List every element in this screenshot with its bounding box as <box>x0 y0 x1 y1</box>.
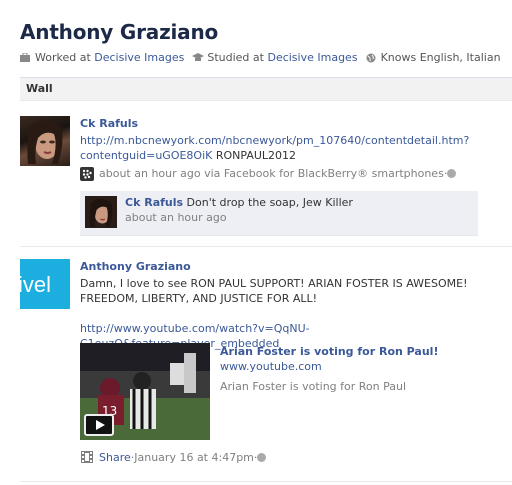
attachment-description: Arian Foster is voting for Ron Paul <box>220 380 407 393</box>
wall-post: ivel Anthony Graziano Damn, I love to se… <box>20 259 512 474</box>
post-author[interactable]: Ck Rafuls <box>80 117 138 130</box>
post-time[interactable]: January 16 at 4:47pm <box>134 451 254 464</box>
attachment-title[interactable]: Arian Foster is voting for Ron Paul! <box>220 345 438 358</box>
wall-header: Wall <box>20 77 512 101</box>
share-link[interactable]: Share <box>99 451 131 464</box>
post-link-cont[interactable]: contentguid=uGOE8OiK <box>80 149 212 162</box>
film-icon <box>80 450 94 464</box>
comment-text: Don't drop the soap, Jew Killer <box>186 196 353 209</box>
post-link[interactable]: http://m.nbcnewyork.com/nbcnewyork/pm_10… <box>80 134 469 147</box>
profile-info-line: Worked at Decisive Images Studied at Dec… <box>20 51 501 64</box>
post-divider <box>20 246 512 247</box>
avatar-logo-text: ivel <box>20 272 52 297</box>
worked-prefix: Worked at <box>35 51 91 64</box>
wall-title: Wall <box>26 82 53 95</box>
wall-post: Ck Rafuls http://m.nbcnewyork.com/nbcnew… <box>20 116 512 236</box>
post-meta: about an hour ago via Facebook for Black… <box>99 167 444 180</box>
profile-name: Anthony Graziano <box>20 20 219 44</box>
briefcase-icon <box>20 52 30 62</box>
post-text-line: Damn, I love to see RON PAUL SUPPORT! AR… <box>80 277 468 290</box>
post-divider <box>20 481 512 482</box>
post-text: RONPAUL2012 <box>212 149 297 162</box>
worked-link[interactable]: Decisive Images <box>94 51 184 64</box>
blackberry-icon <box>80 166 94 181</box>
post-author[interactable]: Anthony Graziano <box>80 260 191 273</box>
studied-prefix: Studied at <box>207 51 264 64</box>
video-thumbnail[interactable]: 13 <box>80 343 210 440</box>
studied-link[interactable]: Decisive Images <box>267 51 357 64</box>
play-icon[interactable] <box>84 414 114 436</box>
comment-time[interactable]: about an hour ago <box>125 211 227 224</box>
avatar[interactable] <box>20 116 70 166</box>
comment-avatar[interactable] <box>85 196 117 228</box>
comment-author[interactable]: Ck Rafuls <box>125 196 183 209</box>
graduation-cap-icon <box>192 53 205 62</box>
knows-languages: Knows English, Italian <box>380 51 501 64</box>
privacy-globe-icon[interactable] <box>257 452 267 462</box>
globe-icon <box>366 53 376 63</box>
privacy-globe-icon[interactable] <box>447 169 457 178</box>
post-text-line: FREEDOM, LIBERTY, AND JUSTICE FOR ALL! <box>80 292 318 305</box>
comment: Ck Rafuls Don't drop the soap, Jew Kille… <box>80 191 478 236</box>
attachment-domain[interactable]: www.youtube.com <box>220 360 322 373</box>
avatar[interactable]: ivel <box>20 259 70 309</box>
